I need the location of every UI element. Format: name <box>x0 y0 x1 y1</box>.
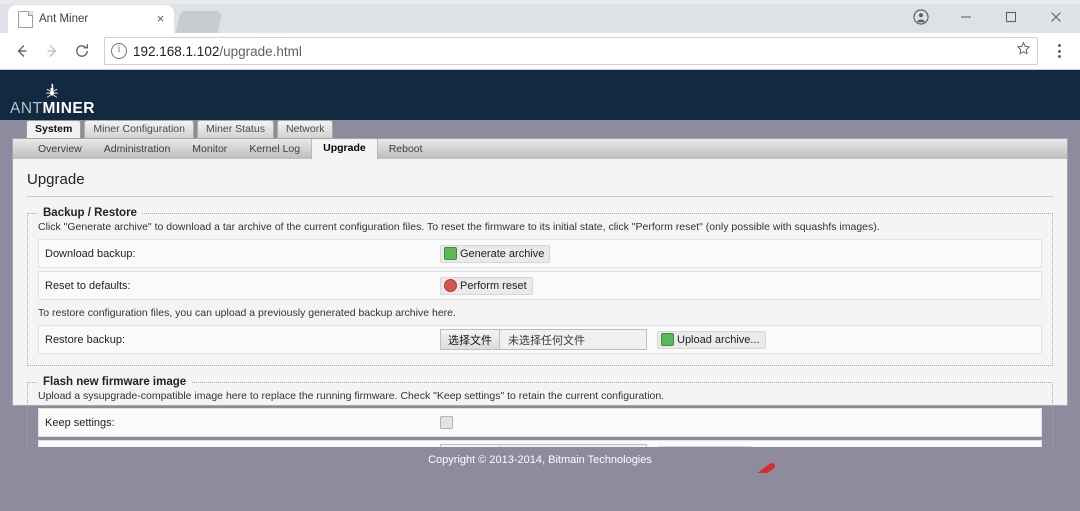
upload-archive-label: Upload archive... <box>677 333 760 346</box>
antminer-wordmark: ANTMINER <box>10 100 95 117</box>
antminer-page: ANTMINER System Miner Configuration Mine… <box>0 70 1080 473</box>
address-bar[interactable]: i 192.168.1.102/upgrade.html <box>104 37 1038 65</box>
restore-backup-row: Restore backup: 选择文件 未选择任何文件 Upload arch… <box>38 325 1042 354</box>
perform-reset-button[interactable]: Perform reset <box>440 276 533 295</box>
download-backup-label: Download backup: <box>45 247 136 260</box>
minimize-window-icon[interactable] <box>943 0 988 33</box>
address-bar-host: 192.168.1.102 <box>133 43 220 59</box>
reload-button[interactable] <box>68 37 96 65</box>
bookmark-star-icon[interactable] <box>1016 41 1031 61</box>
sub-tab-bar: Overview Administration Monitor Kernel L… <box>12 138 1068 159</box>
browser-chrome: Ant Miner × i 192.168.1.102/upgrade.html <box>0 0 1080 70</box>
tab-miner-configuration[interactable]: Miner Configuration <box>84 120 194 138</box>
brand-header: ANTMINER <box>0 70 1080 120</box>
maximize-window-icon[interactable] <box>988 0 1033 33</box>
wordmark-miner: MINER <box>42 100 95 117</box>
site-info-icon[interactable]: i <box>111 43 127 59</box>
restore-choose-file-button[interactable]: 选择文件 <box>441 330 500 349</box>
reset-warning-icon <box>444 279 457 292</box>
antminer-logo: ANTMINER <box>10 82 95 120</box>
browser-toolbar: i 192.168.1.102/upgrade.html <box>0 33 1080 70</box>
reset-defaults-label: Reset to defaults: <box>45 279 131 292</box>
flash-firmware-help: Upload a sysupgrade-compatible image her… <box>38 390 665 402</box>
subtab-monitor[interactable]: Monitor <box>181 140 238 158</box>
subtab-reboot[interactable]: Reboot <box>378 140 434 158</box>
browser-tab-ant-miner[interactable]: Ant Miner × <box>8 5 174 33</box>
generate-archive-label: Generate archive <box>460 247 545 260</box>
restore-backup-label: Restore backup: <box>45 333 126 346</box>
page-content: Upgrade Backup / Restore Click "Generate… <box>12 159 1068 473</box>
subtab-administration[interactable]: Administration <box>93 140 182 158</box>
upload-icon <box>661 333 674 346</box>
profile-avatar-icon[interactable] <box>898 0 943 33</box>
browser-tab-title: Ant Miner <box>39 13 89 25</box>
page-footer: Copyright © 2013-2014, Bitmain Technolog… <box>0 447 1080 473</box>
download-icon <box>444 247 457 260</box>
subtab-overview[interactable]: Overview <box>27 140 93 158</box>
flash-firmware-legend: Flash new firmware image <box>43 376 187 388</box>
window-controls <box>898 0 1080 33</box>
backup-restore-legend: Backup / Restore <box>43 207 137 219</box>
main-tab-bar: System Miner Configuration Miner Status … <box>12 120 1068 138</box>
tab-system[interactable]: System <box>26 120 82 138</box>
keep-settings-control <box>440 416 453 429</box>
reset-defaults-row: Reset to defaults: Perform reset <box>38 271 1042 300</box>
menu-dot <box>1057 49 1061 53</box>
perform-reset-label: Perform reset <box>460 279 527 292</box>
copyright-text: Copyright © 2013-2014, Bitmain Technolog… <box>428 454 652 466</box>
keep-settings-checkbox[interactable] <box>440 416 453 429</box>
backup-restore-help: Click "Generate archive" to download a t… <box>38 221 880 233</box>
restore-file-name: 未选择任何文件 <box>508 334 585 347</box>
ant-logo-icon <box>46 83 59 98</box>
generate-archive-button[interactable]: Generate archive <box>440 244 551 263</box>
subtab-upgrade[interactable]: Upgrade <box>311 139 378 159</box>
restore-backup-control: 选择文件 未选择任何文件 Upload archive... <box>440 329 766 350</box>
download-backup-control: Generate archive <box>440 244 551 263</box>
restore-file-input[interactable]: 选择文件 未选择任何文件 <box>440 329 647 350</box>
tab-network[interactable]: Network <box>276 120 334 138</box>
new-tab-button[interactable] <box>175 11 223 33</box>
back-button[interactable] <box>8 37 36 65</box>
close-tab-icon[interactable]: × <box>153 11 168 27</box>
tab-miner-status[interactable]: Miner Status <box>197 120 274 138</box>
address-bar-url: 192.168.1.102/upgrade.html <box>133 44 302 59</box>
backup-restore-section: Backup / Restore Click "Generate archive… <box>27 207 1053 366</box>
close-window-icon[interactable] <box>1033 0 1078 33</box>
navigation-wrapper: System Miner Configuration Miner Status … <box>0 120 1080 159</box>
keep-settings-label: Keep settings: <box>45 416 115 429</box>
menu-dot <box>1057 44 1061 47</box>
address-bar-path: /upgrade.html <box>219 43 302 59</box>
upload-archive-button[interactable]: Upload archive... <box>657 330 766 349</box>
page-title: Upgrade <box>27 167 1053 197</box>
download-backup-row: Download backup: Generate archive <box>38 239 1042 268</box>
subtab-kernel-log[interactable]: Kernel Log <box>238 140 311 158</box>
page-favicon-icon <box>18 10 33 28</box>
keep-settings-row: Keep settings: <box>38 408 1042 437</box>
restore-backup-help: To restore configuration files, you can … <box>38 307 456 319</box>
reset-defaults-control: Perform reset <box>440 276 533 295</box>
wordmark-ant: ANT <box>10 100 43 117</box>
forward-button[interactable] <box>38 37 66 65</box>
menu-dot <box>1057 55 1061 58</box>
browser-tabstrip: Ant Miner × <box>0 0 1080 33</box>
browser-menu-icon[interactable] <box>1046 38 1072 64</box>
